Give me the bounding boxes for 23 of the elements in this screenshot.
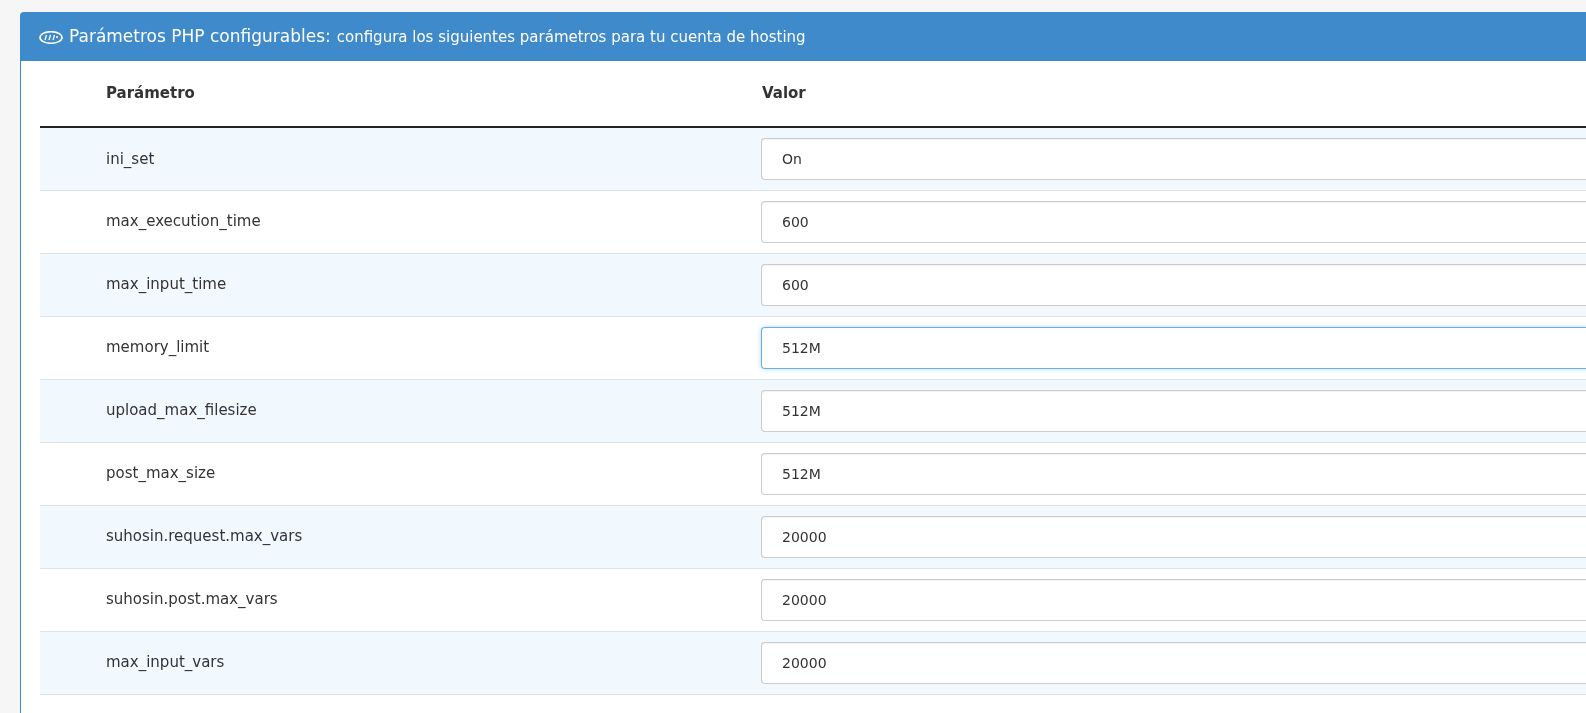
value-field[interactable]: 512M xyxy=(761,452,1586,495)
panel-title: Parámetros PHP configurables: xyxy=(69,25,331,49)
panel-subtitle: configura los siguientes parámetros para tu cuenta de hosting xyxy=(336,26,806,48)
value-field[interactable]: 20000 xyxy=(761,641,1586,684)
parameter-name: max_input_time xyxy=(106,275,227,294)
parameter-name: max_execution_time xyxy=(106,212,261,231)
column-header: Parámetro xyxy=(106,84,195,103)
value-field[interactable]: On xyxy=(761,137,1586,180)
value-field[interactable]: 20000 xyxy=(761,578,1586,621)
value-field[interactable]: 512M xyxy=(761,389,1586,432)
value-field[interactable]: 512M xyxy=(761,326,1586,369)
column-header: Valor xyxy=(762,84,806,103)
parameter-name: ini_set xyxy=(106,149,155,168)
value-field[interactable]: 600 xyxy=(761,200,1586,243)
value-field[interactable]: 20000 xyxy=(761,515,1586,558)
parameter-name: suhosin.request.max_vars xyxy=(106,527,303,546)
parameter-name: suhosin.post.max_vars xyxy=(106,590,278,609)
parameter-name: post_max_size xyxy=(106,464,216,483)
parameter-name: upload_max_filesize xyxy=(106,401,257,420)
php-logo-icon xyxy=(39,30,63,44)
value-field[interactable]: 600 xyxy=(761,263,1586,306)
parameter-name: memory_limit xyxy=(106,338,210,357)
parameter-name: max_input_vars xyxy=(106,653,225,672)
